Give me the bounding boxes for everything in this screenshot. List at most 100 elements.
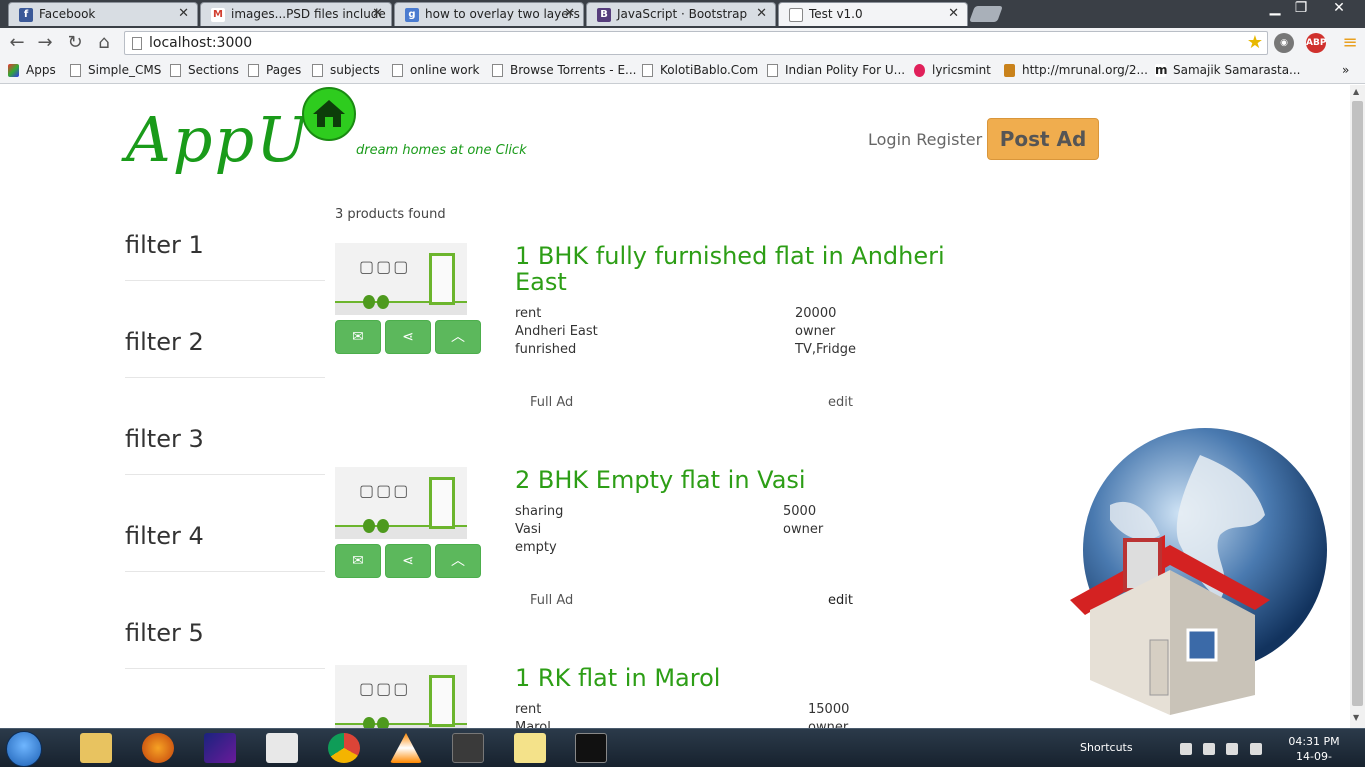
email-button[interactable]: ✉ [335,320,381,354]
start-button[interactable] [6,731,42,767]
close-window-icon[interactable]: ✕ [1326,0,1352,16]
email-button[interactable]: ✉ [335,544,381,578]
firefox-icon[interactable] [142,733,174,763]
filter-5[interactable]: filter 5 [125,619,325,669]
edit-link[interactable]: edit [828,395,853,410]
attr-amenities: TV,Fridge [795,342,856,357]
register-link[interactable]: Register [916,130,982,149]
product-image[interactable]: ▢▢▢ [335,243,467,315]
close-icon[interactable]: ✕ [178,6,189,21]
bookmark-item[interactable]: Sections [170,63,239,77]
forward-icon[interactable]: → [34,32,56,54]
attr-owner: owner [795,324,836,339]
edit-link[interactable]: edit [828,593,853,608]
filter-1[interactable]: filter 1 [125,231,325,281]
restore-icon[interactable]: ❐ [1288,0,1314,16]
chrome-icon[interactable] [328,733,360,763]
scroll-down-icon[interactable]: ▼ [1353,713,1359,722]
bookmarks-overflow[interactable]: » [1330,63,1349,77]
adblock-icon[interactable]: ABP [1306,33,1326,53]
menu-icon[interactable]: ≡ [1339,32,1361,54]
close-icon[interactable]: ✕ [372,6,383,21]
attr-type: sharing [515,504,564,519]
close-icon[interactable]: ✕ [756,6,767,21]
page-scrollbar[interactable]: ▲ ▼ [1350,85,1365,728]
back-icon[interactable]: ← [6,32,28,54]
media-player-icon[interactable] [266,733,298,763]
volume-icon[interactable] [1250,743,1262,755]
tab-test[interactable]: Test v1.0 ✕ [778,2,968,26]
sticky-notes-icon[interactable] [514,733,546,763]
home-logo-icon[interactable] [302,87,356,141]
tray-icon[interactable] [1203,743,1215,755]
bookmark-star-icon[interactable]: ★ [1247,32,1263,53]
filter-2[interactable]: filter 2 [125,328,325,378]
product-attributes-right: 20000 owner TV,Fridge [795,305,856,359]
product-image[interactable]: ▢▢▢ [335,665,467,728]
product-image[interactable]: ▢▢▢ [335,467,467,539]
bookmark-item[interactable]: online work [392,63,479,77]
shortcuts-toolbar[interactable]: Shortcuts [1080,741,1133,754]
attr-price: 5000 [783,504,817,519]
filter-3[interactable]: filter 3 [125,425,325,475]
bookmark-item[interactable]: lyricsmint [914,63,991,77]
results-count: 3 products found [335,207,446,222]
share-button[interactable]: ⋖ [385,544,431,578]
home-icon[interactable]: ⌂ [93,32,115,54]
close-icon[interactable]: ✕ [948,6,959,21]
tab-label: Test v1.0 [809,7,863,21]
media-icon[interactable] [204,733,236,763]
vlc-icon[interactable] [390,733,422,763]
cmd-icon[interactable] [575,733,607,763]
tagline: dream homes at one Click [356,143,527,158]
login-link[interactable]: Login [868,130,911,149]
expand-button[interactable]: ︿ [435,320,481,354]
picture-frames-icon: ▢▢▢ [359,679,411,698]
bookmark-item[interactable]: Browse Torrents - E... [492,63,636,77]
post-ad-button[interactable]: Post Ad [987,118,1099,160]
site-logo[interactable]: AppU [126,103,310,176]
system-clock[interactable]: 04:31 PM 14-09-2014 [1284,734,1344,779]
reload-icon[interactable]: ↻ [64,32,86,54]
attr-furnishing: empty [515,540,557,555]
bookmark-label: Browse Torrents - E... [510,63,637,77]
bookmark-label: KolotiBablo.Com [660,63,759,77]
tab-gmail[interactable]: M images...PSD files include ✕ [200,2,392,26]
attr-location: Andheri East [515,324,598,339]
samajik-icon: m [1155,63,1168,77]
attr-type: rent [515,306,542,321]
bookmark-item[interactable]: http://mrunal.org/2... [1004,63,1148,77]
product-title[interactable]: 1 RK flat in Marol [515,665,975,691]
tab-google[interactable]: g how to overlay two layers ✕ [394,2,584,26]
tab-facebook[interactable]: f Facebook ✕ [8,2,198,26]
tab-bootstrap[interactable]: B JavaScript · Bootstrap ✕ [586,2,776,26]
full-ad-link[interactable]: Full Ad [530,593,573,608]
bookmark-label: subjects [330,63,380,77]
bookmark-item[interactable]: KolotiBablo.Com [642,63,758,77]
product-title[interactable]: 2 BHK Empty flat in Vasi [515,467,975,493]
minimize-icon[interactable]: ▁ [1262,0,1288,16]
page-icon [767,64,778,77]
flag-icon[interactable] [1180,743,1192,755]
new-tab-button[interactable] [969,6,1003,22]
bookmark-apps[interactable]: Apps [8,63,56,77]
expand-button[interactable]: ︿ [435,544,481,578]
file-explorer-icon[interactable] [80,733,112,763]
scroll-thumb[interactable] [1352,101,1363,706]
share-button[interactable]: ⋖ [385,320,431,354]
document-icon [492,64,503,77]
bookmark-item[interactable]: Pages [248,63,301,77]
bookmark-item[interactable]: m Samajik Samarasta... [1155,63,1301,77]
sublime-icon[interactable] [452,733,484,763]
full-ad-link[interactable]: Full Ad [530,395,573,410]
scroll-up-icon[interactable]: ▲ [1353,87,1359,96]
bookmark-item[interactable]: Indian Polity For U... [767,63,905,77]
film-reel-icon[interactable]: ◉ [1274,33,1294,53]
bookmark-item[interactable]: Simple_CMS [70,63,161,77]
address-bar[interactable]: localhost:3000 ★ [124,31,1268,55]
network-icon[interactable] [1226,743,1238,755]
product-title[interactable]: 1 BHK fully furnished flat in Andheri Ea… [515,243,975,295]
bookmark-item[interactable]: subjects [312,63,380,77]
close-icon[interactable]: ✕ [564,6,575,21]
filter-4[interactable]: filter 4 [125,522,325,572]
